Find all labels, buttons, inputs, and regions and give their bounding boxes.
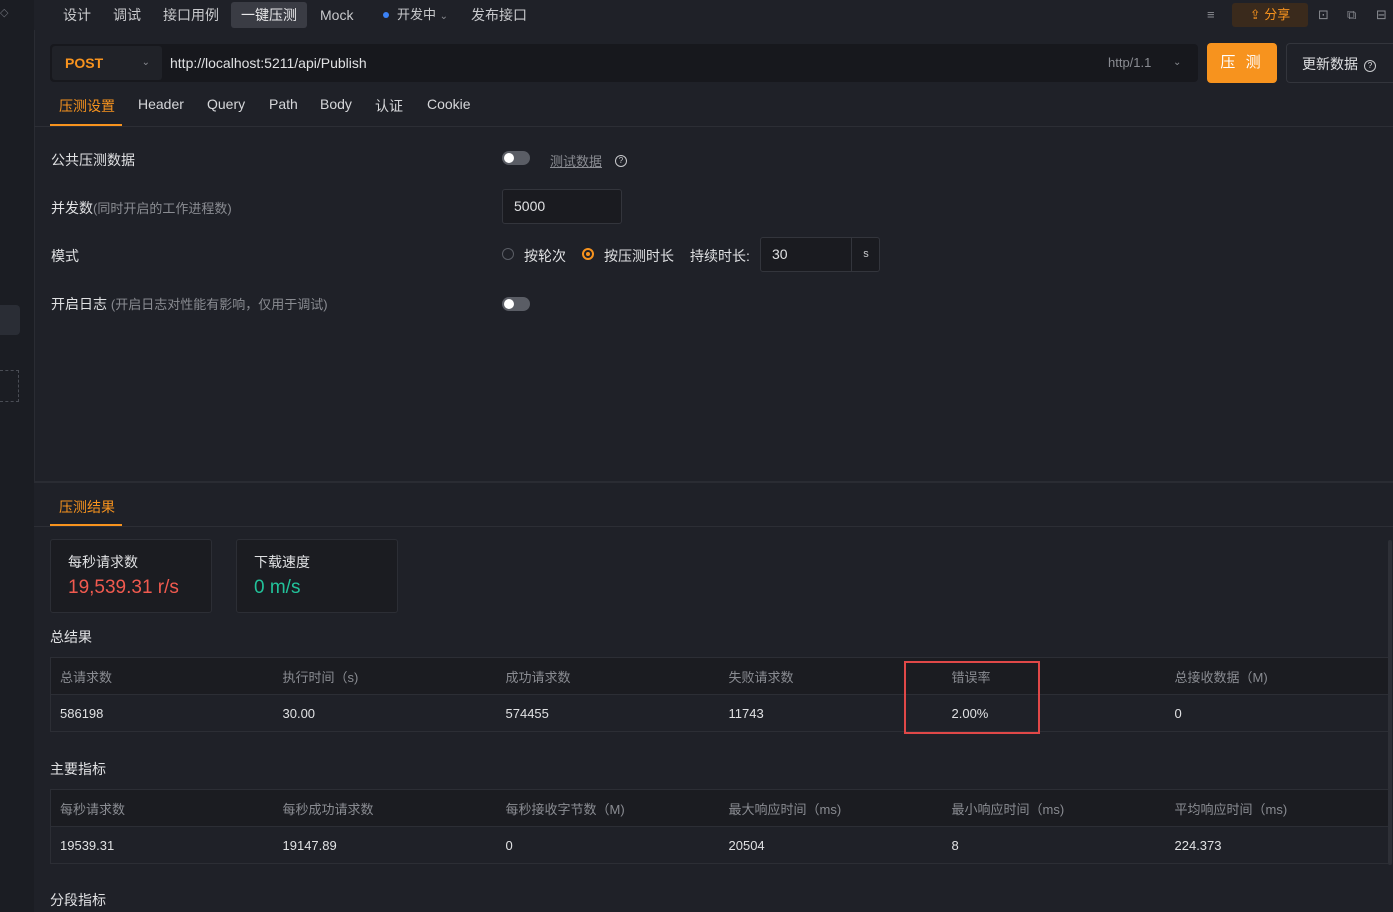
table-row: 586198 30.00 574455 11743 2.00% 0 xyxy=(50,694,1391,732)
table-cell: 574455 xyxy=(496,694,720,732)
sidebar-drop-zone xyxy=(0,370,19,402)
public-data-label: 公共压测数据 xyxy=(51,152,135,168)
download-value: 0 m/s xyxy=(254,577,301,598)
concurrency-label: 并发数(同时开启的工作进程数) xyxy=(51,198,232,218)
status-dropdown[interactable]: 开发中 ⌄ xyxy=(397,0,448,32)
mode-duration-label: 按压测时长 xyxy=(604,248,674,264)
rps-card: 每秒请求数 19,539.31 r/s xyxy=(50,539,212,613)
status-dot-icon xyxy=(383,12,389,18)
expand-collapse-icon[interactable]: ◇ xyxy=(0,6,10,19)
summary-table: 总请求数 执行时间（s) 成功请求数 失败请求数 错误率 总接收数据（M) 58… xyxy=(50,657,1391,732)
active-tab-underline xyxy=(50,124,122,126)
test-data-link[interactable]: 测试数据 xyxy=(550,151,602,170)
delete-icon[interactable]: ⊟ xyxy=(1376,7,1387,23)
table-cell: 8 xyxy=(942,826,1166,864)
tab-body[interactable]: Body xyxy=(320,96,352,112)
rps-title: 每秒请求数 xyxy=(68,554,138,570)
header-cell: 总请求数 xyxy=(50,657,274,695)
chevron-down-icon: ⌄ xyxy=(439,11,449,22)
tab-header[interactable]: Header xyxy=(138,96,184,112)
run-load-test-button[interactable]: 压 测 xyxy=(1207,43,1277,83)
download-title: 下载速度 xyxy=(254,554,310,570)
chevron-down-icon: ⌄ xyxy=(141,57,150,68)
log-label: 开启日志 (开启日志对性能有影响，仅用于调试) xyxy=(51,294,328,314)
table-cell: 0 xyxy=(496,826,720,864)
mode-round-label: 按轮次 xyxy=(524,248,566,264)
header-cell: 每秒成功请求数 xyxy=(273,789,497,827)
update-data-label: 更新数据 xyxy=(1302,56,1358,72)
tab-design[interactable]: 设计 xyxy=(63,0,91,30)
main-metrics-table: 每秒请求数 每秒成功请求数 每秒接收字节数（M) 最大响应时间（ms) 最小响应… xyxy=(50,789,1391,864)
share-button[interactable]: ⇪ 分享 xyxy=(1232,3,1308,27)
duration-unit: s xyxy=(851,238,880,271)
public-data-toggle[interactable] xyxy=(502,151,530,165)
results-scrollbar[interactable] xyxy=(1388,540,1392,865)
method-select[interactable]: POST ⌄ xyxy=(52,46,162,80)
duration-value: 30 xyxy=(772,246,788,262)
method-label: POST xyxy=(65,55,104,71)
table-row: 19539.31 19147.89 0 20504 8 224.373 xyxy=(50,826,1391,864)
table-cell: 19539.31 xyxy=(50,826,274,864)
tab-auth[interactable]: 认证 xyxy=(375,96,403,116)
results-tab-separator xyxy=(34,526,1393,527)
header-cell: 执行时间（s) xyxy=(273,657,497,695)
lock-icon[interactable]: ⊡ xyxy=(1318,7,1329,23)
tab-load-test[interactable]: 一键压测 xyxy=(231,2,307,28)
tab-query[interactable]: Query xyxy=(207,96,245,112)
table-cell: 20504 xyxy=(719,826,943,864)
tab-test-cases[interactable]: 接口用例 xyxy=(163,0,219,30)
table-header-row: 总请求数 执行时间（s) 成功请求数 失败请求数 错误率 总接收数据（M) xyxy=(50,657,1391,695)
sidebar-selected-marker xyxy=(0,305,20,335)
main-metrics-title: 主要指标 xyxy=(50,761,106,777)
header-cell: 每秒接收字节数（M) xyxy=(496,789,720,827)
table-cell: 224.373 xyxy=(1165,826,1391,864)
tab-load-settings[interactable]: 压测设置 xyxy=(59,96,115,116)
publish-api-link[interactable]: 发布接口 xyxy=(471,0,527,30)
share-icon: ⇪ xyxy=(1249,7,1261,22)
help-icon: ? xyxy=(1364,60,1376,72)
table-header-row: 每秒请求数 每秒成功请求数 每秒接收字节数（M) 最大响应时间（ms) 最小响应… xyxy=(50,789,1391,827)
table-cell: 19147.89 xyxy=(273,826,497,864)
download-card: 下载速度 0 m/s xyxy=(236,539,398,613)
protocol-select[interactable]: http/1.1 xyxy=(1108,55,1151,70)
tab-load-results[interactable]: 压测结果 xyxy=(59,497,115,517)
log-label-text: 开启日志 xyxy=(51,296,107,312)
mode-round-radio[interactable] xyxy=(502,248,514,260)
concurrency-input[interactable]: 5000 xyxy=(502,189,622,224)
format-icon[interactable]: ≡ xyxy=(1207,7,1215,22)
update-data-button[interactable]: 更新数据? xyxy=(1286,43,1393,83)
url-input[interactable]: http://localhost:5211/api/Publish xyxy=(170,55,367,71)
tab-path[interactable]: Path xyxy=(269,96,298,112)
concurrency-label-text: 并发数 xyxy=(51,200,93,216)
log-toggle[interactable] xyxy=(502,297,530,311)
concurrency-hint: (同时开启的工作进程数) xyxy=(93,201,232,216)
table-cell: 0 xyxy=(1165,694,1391,732)
header-cell: 平均响应时间（ms) xyxy=(1165,789,1391,827)
duration-label: 持续时长: xyxy=(690,248,750,264)
mode-duration-radio[interactable] xyxy=(582,248,594,260)
mode-label: 模式 xyxy=(51,248,79,264)
header-cell: 每秒请求数 xyxy=(50,789,274,827)
tab-mock[interactable]: Mock xyxy=(320,0,353,30)
rps-value: 19,539.31 r/s xyxy=(68,577,179,598)
table-cell: 586198 xyxy=(50,694,274,732)
help-icon: ? xyxy=(609,151,627,167)
header-cell: 总接收数据（M) xyxy=(1165,657,1391,695)
share-label: 分享 xyxy=(1264,7,1291,22)
table-cell: 30.00 xyxy=(273,694,497,732)
header-cell: 最小响应时间（ms) xyxy=(942,789,1166,827)
copy-icon[interactable]: ⧉ xyxy=(1347,7,1356,23)
header-cell: 最大响应时间（ms) xyxy=(719,789,943,827)
status-label: 开发中 xyxy=(397,7,437,22)
left-sidebar: ◇ xyxy=(0,0,35,912)
log-hint: (开启日志对性能有影响，仅用于调试) xyxy=(110,297,328,312)
header-cell: 成功请求数 xyxy=(496,657,720,695)
summary-title: 总结果 xyxy=(50,629,92,645)
error-rate-highlight xyxy=(904,661,1040,734)
chevron-down-icon: ⌄ xyxy=(1173,57,1182,68)
tab-cookie[interactable]: Cookie xyxy=(427,96,471,112)
segment-metrics-title: 分段指标 xyxy=(50,892,106,908)
tab-debug[interactable]: 调试 xyxy=(113,0,141,30)
